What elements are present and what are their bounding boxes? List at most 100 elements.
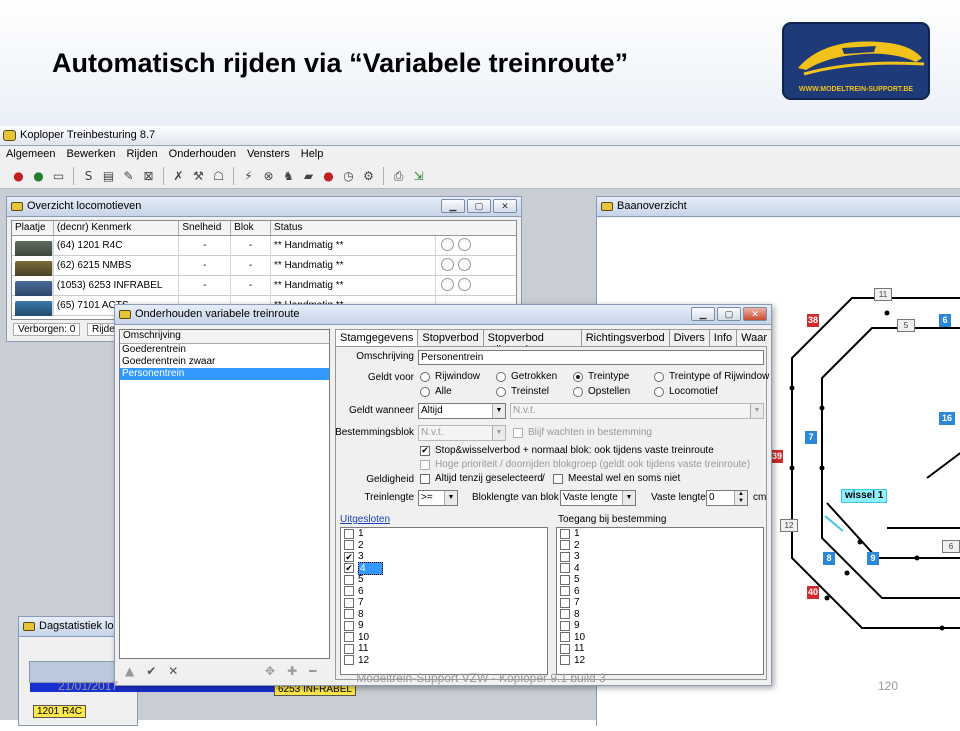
- uitgesloten-item[interactable]: 6: [341, 586, 547, 598]
- s-icon[interactable]: S: [80, 168, 97, 185]
- toegang-item[interactable]: 9: [557, 620, 763, 632]
- status-indicator[interactable]: [441, 257, 455, 271]
- block-icon[interactable]: ⊗: [260, 168, 277, 185]
- uitgesloten-item[interactable]: 11: [341, 643, 547, 655]
- menu-help[interactable]: Help: [295, 146, 329, 160]
- cancel-icon[interactable]: ✕: [168, 664, 178, 678]
- omschrijving-input[interactable]: Personentrein: [418, 350, 764, 365]
- cancel-grid-icon[interactable]: ⊠: [140, 168, 157, 185]
- geldt-wanneer-select[interactable]: Altijd ▼: [418, 403, 506, 419]
- toegang-item[interactable]: 2: [557, 540, 763, 552]
- maximize-button[interactable]: ▢: [717, 307, 741, 321]
- confirm-icon[interactable]: ✔: [146, 664, 156, 678]
- toegang-item[interactable]: 7: [557, 597, 763, 609]
- treinlengte-select[interactable]: >= ▼: [418, 490, 458, 506]
- uitgesloten-item[interactable]: 2: [341, 540, 547, 552]
- switch-5[interactable]: 5: [897, 319, 915, 332]
- move-up-icon[interactable]: ▲: [125, 664, 134, 678]
- toegang-item[interactable]: 5: [557, 574, 763, 586]
- uitgesloten-item[interactable]: 7: [341, 597, 547, 609]
- block-38[interactable]: 38: [807, 314, 819, 327]
- menu-vensters[interactable]: Vensters: [241, 146, 295, 160]
- toegang-item[interactable]: 10: [557, 632, 763, 644]
- menu-algemeen[interactable]: Algemeen: [0, 146, 61, 160]
- spinner-icon[interactable]: ▲ ▼: [734, 491, 747, 505]
- item-checkbox[interactable]: [344, 586, 354, 597]
- radio-treintype-of-rijwindow[interactable]: [654, 372, 664, 382]
- item-checkbox[interactable]: [344, 655, 354, 666]
- block-39[interactable]: 39: [771, 450, 783, 463]
- block-7[interactable]: 7: [805, 431, 817, 444]
- status-indicator[interactable]: [458, 237, 472, 251]
- edit-icon[interactable]: ✎: [120, 168, 137, 185]
- item-checkbox[interactable]: [560, 563, 570, 574]
- uitgesloten-item[interactable]: 5: [341, 574, 547, 586]
- toegang-item[interactable]: 4: [557, 563, 763, 575]
- item-checkbox[interactable]: [344, 609, 354, 620]
- stop-train-icon[interactable]: ✗: [170, 168, 187, 185]
- block-6[interactable]: 6: [939, 314, 951, 327]
- item-checkbox[interactable]: [560, 528, 570, 539]
- toegang-item[interactable]: 8: [557, 609, 763, 621]
- toegang-item[interactable]: 3: [557, 551, 763, 563]
- switch-icon[interactable]: ⚡: [240, 168, 257, 185]
- meestal-checkbox[interactable]: [553, 474, 563, 484]
- bloklengte-select[interactable]: Vaste lengte ▼: [560, 490, 636, 506]
- keyboard-icon[interactable]: ▭: [50, 168, 67, 185]
- uitgesloten-item[interactable]: 8: [341, 609, 547, 621]
- bestemmingsblok-select[interactable]: N.v.t. ▼: [418, 425, 506, 441]
- switch-6[interactable]: 6: [942, 540, 960, 553]
- item-checkbox[interactable]: [344, 540, 354, 551]
- item-checkbox[interactable]: [560, 551, 570, 562]
- item-checkbox[interactable]: [344, 528, 354, 539]
- blijf-wachten-checkbox[interactable]: [513, 428, 523, 438]
- loco-row[interactable]: (1053) 6253 INFRABEL - - ** Handmatig **: [12, 275, 516, 296]
- uitgesloten-item[interactable]: ✔ 4: [341, 561, 547, 575]
- settings-icon[interactable]: ⚙: [360, 168, 377, 185]
- altijd-tenzij-checkbox[interactable]: [420, 474, 430, 484]
- item-checkbox[interactable]: ✔: [344, 563, 354, 574]
- item-checkbox[interactable]: [560, 643, 570, 654]
- add-icon[interactable]: ✚: [287, 664, 297, 678]
- item-checkbox[interactable]: [560, 540, 570, 551]
- hoge-prioriteit-checkbox[interactable]: [420, 460, 430, 470]
- signal-green-icon[interactable]: ●: [30, 168, 47, 185]
- close-button[interactable]: ✕: [743, 307, 767, 321]
- item-checkbox[interactable]: [560, 632, 570, 643]
- loco-row[interactable]: (62) 6215 NMBS - - ** Handmatig **: [12, 255, 516, 276]
- route-item-goederentrein[interactable]: Goederentrein: [120, 344, 329, 356]
- print-icon[interactable]: ⎙: [390, 168, 407, 185]
- train-icon[interactable]: ▰: [300, 168, 317, 185]
- radio-treintype[interactable]: [573, 372, 583, 382]
- status-indicator[interactable]: [458, 277, 472, 291]
- radio-treinstel[interactable]: [496, 387, 506, 397]
- remove-icon[interactable]: ━: [309, 664, 316, 678]
- ghost-icon[interactable]: ☖: [210, 168, 227, 185]
- radio-alle[interactable]: [420, 387, 430, 397]
- radio-rijwindow[interactable]: [420, 372, 430, 382]
- menu-bewerken[interactable]: Bewerken: [61, 146, 121, 160]
- table-icon[interactable]: ▤: [100, 168, 117, 185]
- clock-icon[interactable]: ◷: [340, 168, 357, 185]
- item-checkbox[interactable]: [560, 586, 570, 597]
- loco-icon[interactable]: ♞: [280, 168, 297, 185]
- item-checkbox[interactable]: [344, 574, 354, 585]
- minimize-button[interactable]: ▁: [691, 307, 715, 321]
- route-item-personentrein[interactable]: Personentrein: [120, 368, 329, 380]
- export-icon[interactable]: ⇲: [410, 168, 427, 185]
- col-blok[interactable]: Blok: [231, 221, 272, 235]
- stop-wisselverbod-checkbox[interactable]: ✔: [420, 446, 430, 456]
- close-button[interactable]: ✕: [493, 199, 517, 213]
- wissel-1-label[interactable]: wissel 1: [841, 489, 888, 503]
- block-16[interactable]: 16: [939, 412, 955, 425]
- item-checkbox[interactable]: [344, 597, 354, 608]
- toegang-item[interactable]: 12: [557, 655, 763, 667]
- item-checkbox[interactable]: [560, 655, 570, 666]
- uitgesloten-item[interactable]: 12: [341, 655, 547, 667]
- col-status[interactable]: Status: [271, 221, 516, 235]
- status-indicator[interactable]: [441, 277, 455, 291]
- item-checkbox[interactable]: [344, 643, 354, 654]
- block-40[interactable]: 40: [807, 586, 819, 599]
- status-indicator[interactable]: [458, 257, 472, 271]
- maximize-button[interactable]: ▢: [467, 199, 491, 213]
